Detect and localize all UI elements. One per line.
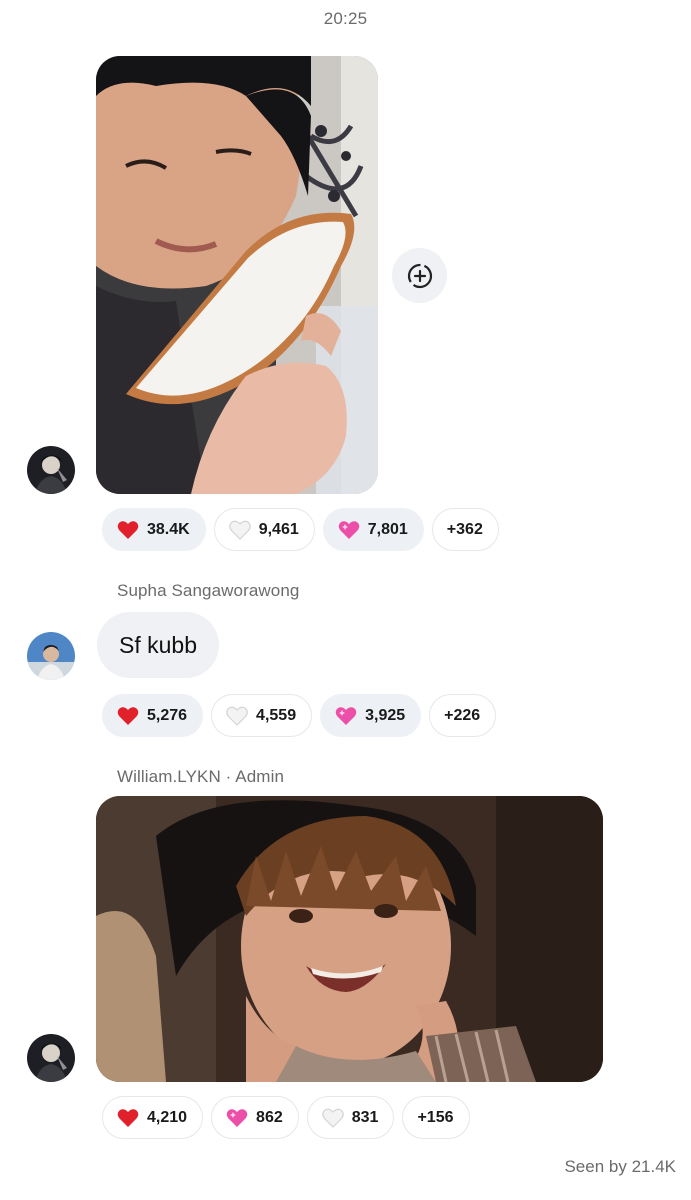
- reaction-chip-pink-heart[interactable]: 862: [211, 1096, 299, 1139]
- reaction-count: 7,801: [367, 520, 408, 538]
- avatar-image: [27, 1034, 75, 1082]
- reaction-count: 831: [351, 1108, 379, 1126]
- reaction-chip-white-heart[interactable]: 4,559: [211, 694, 313, 737]
- reaction-count: 5,276: [147, 706, 188, 724]
- sparkling-pink-heart-icon: [338, 520, 360, 540]
- white-heart-icon: [226, 706, 248, 726]
- message-timestamp: 20:25: [323, 9, 368, 28]
- message-bubble[interactable]: Sf kubb: [97, 612, 219, 678]
- white-heart-icon: [228, 520, 251, 540]
- seen-count[interactable]: Seen by 21.4K: [564, 1157, 676, 1177]
- reaction-count: 9,461: [258, 520, 299, 538]
- reaction-chip-pink-heart[interactable]: 7,801: [322, 508, 424, 551]
- photo-person-holding-bread: [96, 56, 378, 494]
- red-heart-icon: [117, 1108, 139, 1128]
- sender-name: Supha Sangaworawong: [117, 581, 300, 600]
- reaction-more-count: +156: [417, 1108, 454, 1126]
- reaction-chip-white-heart[interactable]: 9,461: [213, 508, 315, 551]
- red-heart-icon: [117, 520, 139, 540]
- sender-avatar[interactable]: [27, 446, 75, 494]
- reaction-count: 4,210: [147, 1108, 188, 1126]
- shared-gif[interactable]: [96, 796, 603, 1082]
- reaction-bar: 38.4K 9,461 7,801 +362: [102, 508, 499, 551]
- reaction-count: 4,559: [256, 706, 297, 724]
- reaction-count: 862: [256, 1108, 283, 1126]
- reaction-chip-more[interactable]: +362: [431, 508, 499, 551]
- sender-name: William.LYKN · Admin: [117, 767, 284, 786]
- sender-avatar[interactable]: [27, 1034, 75, 1082]
- reaction-chip-pink-heart[interactable]: 3,925: [320, 694, 422, 737]
- sparkling-pink-heart-icon: [335, 706, 357, 726]
- reaction-chip-red-heart[interactable]: 38.4K: [102, 508, 206, 551]
- reaction-chip-white-heart[interactable]: 831: [306, 1096, 395, 1139]
- sender-avatar[interactable]: [27, 632, 75, 680]
- reaction-count: 3,925: [365, 706, 406, 724]
- reaction-bar: 4,210 862 831 +156: [102, 1096, 470, 1139]
- reaction-chip-more[interactable]: +156: [402, 1096, 470, 1139]
- reaction-bar: 5,276 4,559 3,925 +226: [102, 694, 497, 737]
- reaction-chip-more[interactable]: +226: [429, 694, 497, 737]
- reaction-more-count: +362: [446, 520, 483, 538]
- reaction-chip-red-heart[interactable]: 5,276: [102, 694, 204, 737]
- add-reaction-icon: [407, 263, 432, 288]
- add-reaction-button[interactable]: [392, 248, 447, 303]
- red-heart-icon: [117, 706, 139, 726]
- sparkling-pink-heart-icon: [226, 1108, 248, 1128]
- message-text: Sf kubb: [119, 631, 197, 658]
- reaction-chip-red-heart[interactable]: 4,210: [102, 1096, 204, 1139]
- avatar-image: [27, 632, 75, 680]
- avatar-image: [27, 446, 75, 494]
- white-heart-icon: [321, 1108, 344, 1128]
- shared-photo[interactable]: [96, 56, 378, 494]
- reaction-more-count: +226: [444, 706, 481, 724]
- gif-smiling-child: [96, 796, 603, 1082]
- reaction-count: 38.4K: [147, 520, 190, 538]
